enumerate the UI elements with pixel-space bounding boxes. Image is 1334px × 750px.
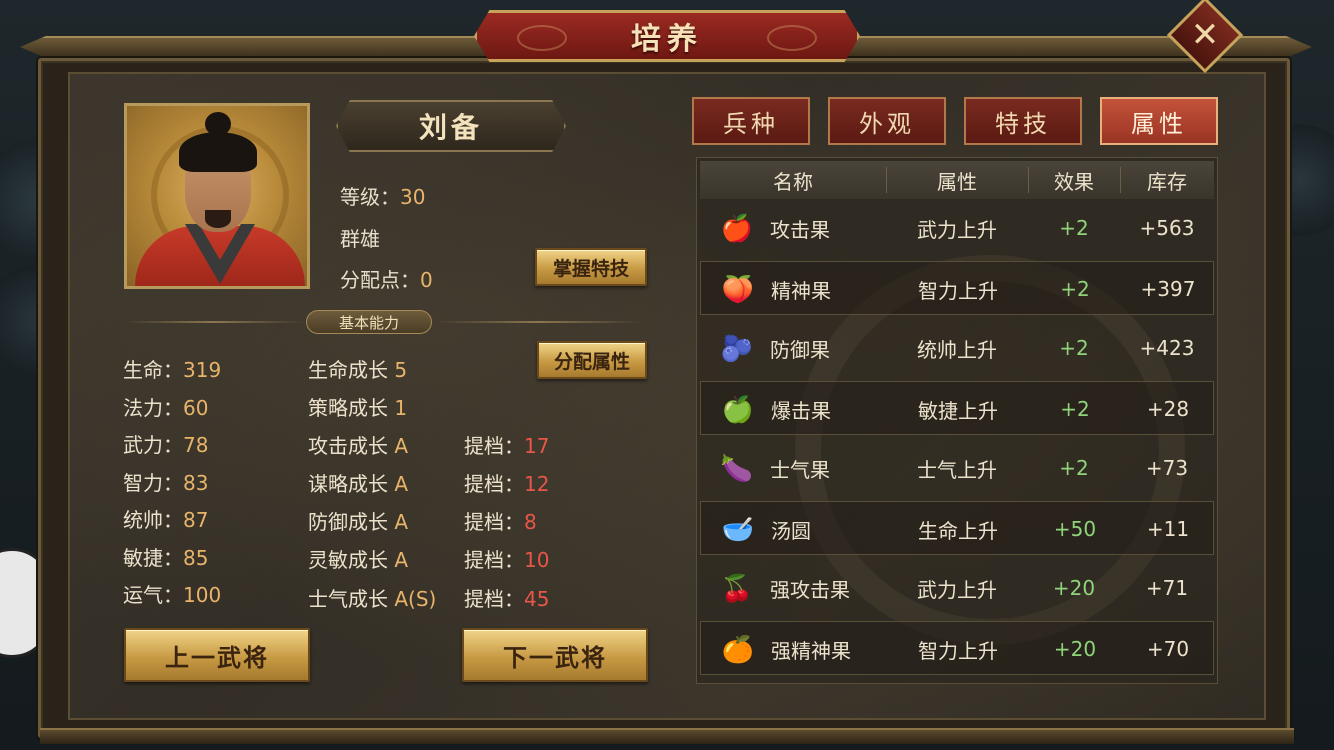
stat-mp: 法力：60: [123, 396, 209, 420]
stat-hp: 生命：319: [123, 358, 222, 382]
master-skill-button[interactable]: 掌握特技: [535, 248, 647, 286]
level-value: 30: [400, 185, 426, 209]
bottom-frame-bar: [40, 728, 1294, 744]
col-attribute: 属性: [937, 169, 977, 194]
level-label: 等级：: [340, 185, 400, 209]
table-row[interactable]: 🍑 精神果 智力上升 +2 +397: [700, 261, 1214, 315]
stat-luck: 运气：100: [123, 583, 222, 607]
growth-defense: 防御成长 A: [308, 510, 409, 534]
cherry-cluster-icon: 🍒: [720, 574, 754, 604]
portrait-beard: [205, 210, 231, 228]
prev-hero-button[interactable]: 上一武将: [124, 628, 310, 682]
blue-fruit-icon: 🫐: [720, 334, 754, 364]
hero-points: 分配点：0: [340, 264, 433, 293]
red-fruit-icon: 🍎: [720, 214, 754, 244]
section-label: 基本能力: [306, 310, 432, 334]
hero-name-plaque: 刘备: [336, 100, 566, 152]
table-row[interactable]: 🍏 爆击果 敏捷上升 +2 +28: [700, 381, 1214, 435]
green-fruit-icon: 🍏: [721, 395, 755, 425]
growth-strategy: 策略成长 1: [308, 396, 408, 420]
tier-morale: 提档：45: [464, 587, 550, 611]
tier-attack: 提档：17: [464, 434, 550, 458]
tab-attributes[interactable]: 属性: [1100, 97, 1218, 145]
ornament-swirl-icon: [767, 25, 817, 51]
tier-agility: 提档：10: [464, 548, 550, 572]
window-title: 培养: [631, 22, 703, 57]
tab-appearance[interactable]: 外观: [828, 97, 946, 145]
growth-hp: 生命成长 5: [308, 358, 408, 382]
col-name: 名称: [773, 169, 813, 194]
eggplant-icon: 🍆: [720, 454, 754, 484]
table-header: 名称 属性 效果 库存: [700, 161, 1214, 199]
tab-skills[interactable]: 特技: [964, 97, 1082, 145]
growth-morale: 士气成长 A(S): [308, 587, 437, 611]
orange-cluster-icon: 🍊: [721, 635, 755, 665]
growth-tactics: 谋略成长 A: [308, 472, 409, 496]
points-label: 分配点：: [340, 268, 420, 292]
table-row[interactable]: 🍊 强精神果 智力上升 +20 +70: [700, 621, 1214, 675]
tier-defense: 提档：8: [464, 510, 537, 534]
next-hero-button[interactable]: 下一武将: [462, 628, 648, 682]
table-row[interactable]: 🫐 防御果 统帅上升 +2 +423: [700, 321, 1214, 375]
close-icon[interactable]: ✕: [1178, 8, 1232, 62]
stat-force: 武力：78: [123, 433, 209, 457]
pomegranate-icon: 🍑: [721, 275, 755, 305]
hero-portrait: [124, 103, 310, 289]
growth-attack: 攻击成长 A: [308, 434, 409, 458]
table-row[interactable]: 🍆 士气果 士气上升 +2 +73: [700, 441, 1214, 495]
stat-command: 统帅：87: [123, 508, 209, 532]
tab-troop-type[interactable]: 兵种: [692, 97, 810, 145]
title-plaque: 培养: [474, 10, 860, 62]
growth-agility: 灵敏成长 A: [308, 548, 409, 572]
hero-name: 刘备: [418, 111, 483, 144]
table-row[interactable]: 🍎 攻击果 武力上升 +2 +563: [700, 201, 1214, 255]
points-value: 0: [420, 268, 433, 292]
table-row[interactable]: 🍒 强攻击果 武力上升 +20 +71: [700, 561, 1214, 615]
col-effect: 效果: [1054, 169, 1094, 194]
hero-level: 等级：30: [340, 181, 425, 210]
allocate-attributes-button[interactable]: 分配属性: [537, 341, 647, 379]
stat-intellect: 智力：83: [123, 471, 209, 495]
section-divider: [434, 321, 644, 323]
hero-faction: 群雄: [340, 227, 380, 251]
soup-bowl-icon: 🥣: [721, 515, 755, 545]
stat-agility: 敏捷：85: [123, 546, 209, 570]
portrait-hair: [179, 132, 257, 172]
portrait-topknot: [205, 112, 231, 136]
col-stock: 库存: [1147, 169, 1187, 194]
tier-tactics: 提档：12: [464, 472, 550, 496]
ornament-swirl-icon: [517, 25, 567, 51]
table-row[interactable]: 🥣 汤圆 生命上升 +50 +11: [700, 501, 1214, 555]
section-divider: [124, 321, 304, 323]
